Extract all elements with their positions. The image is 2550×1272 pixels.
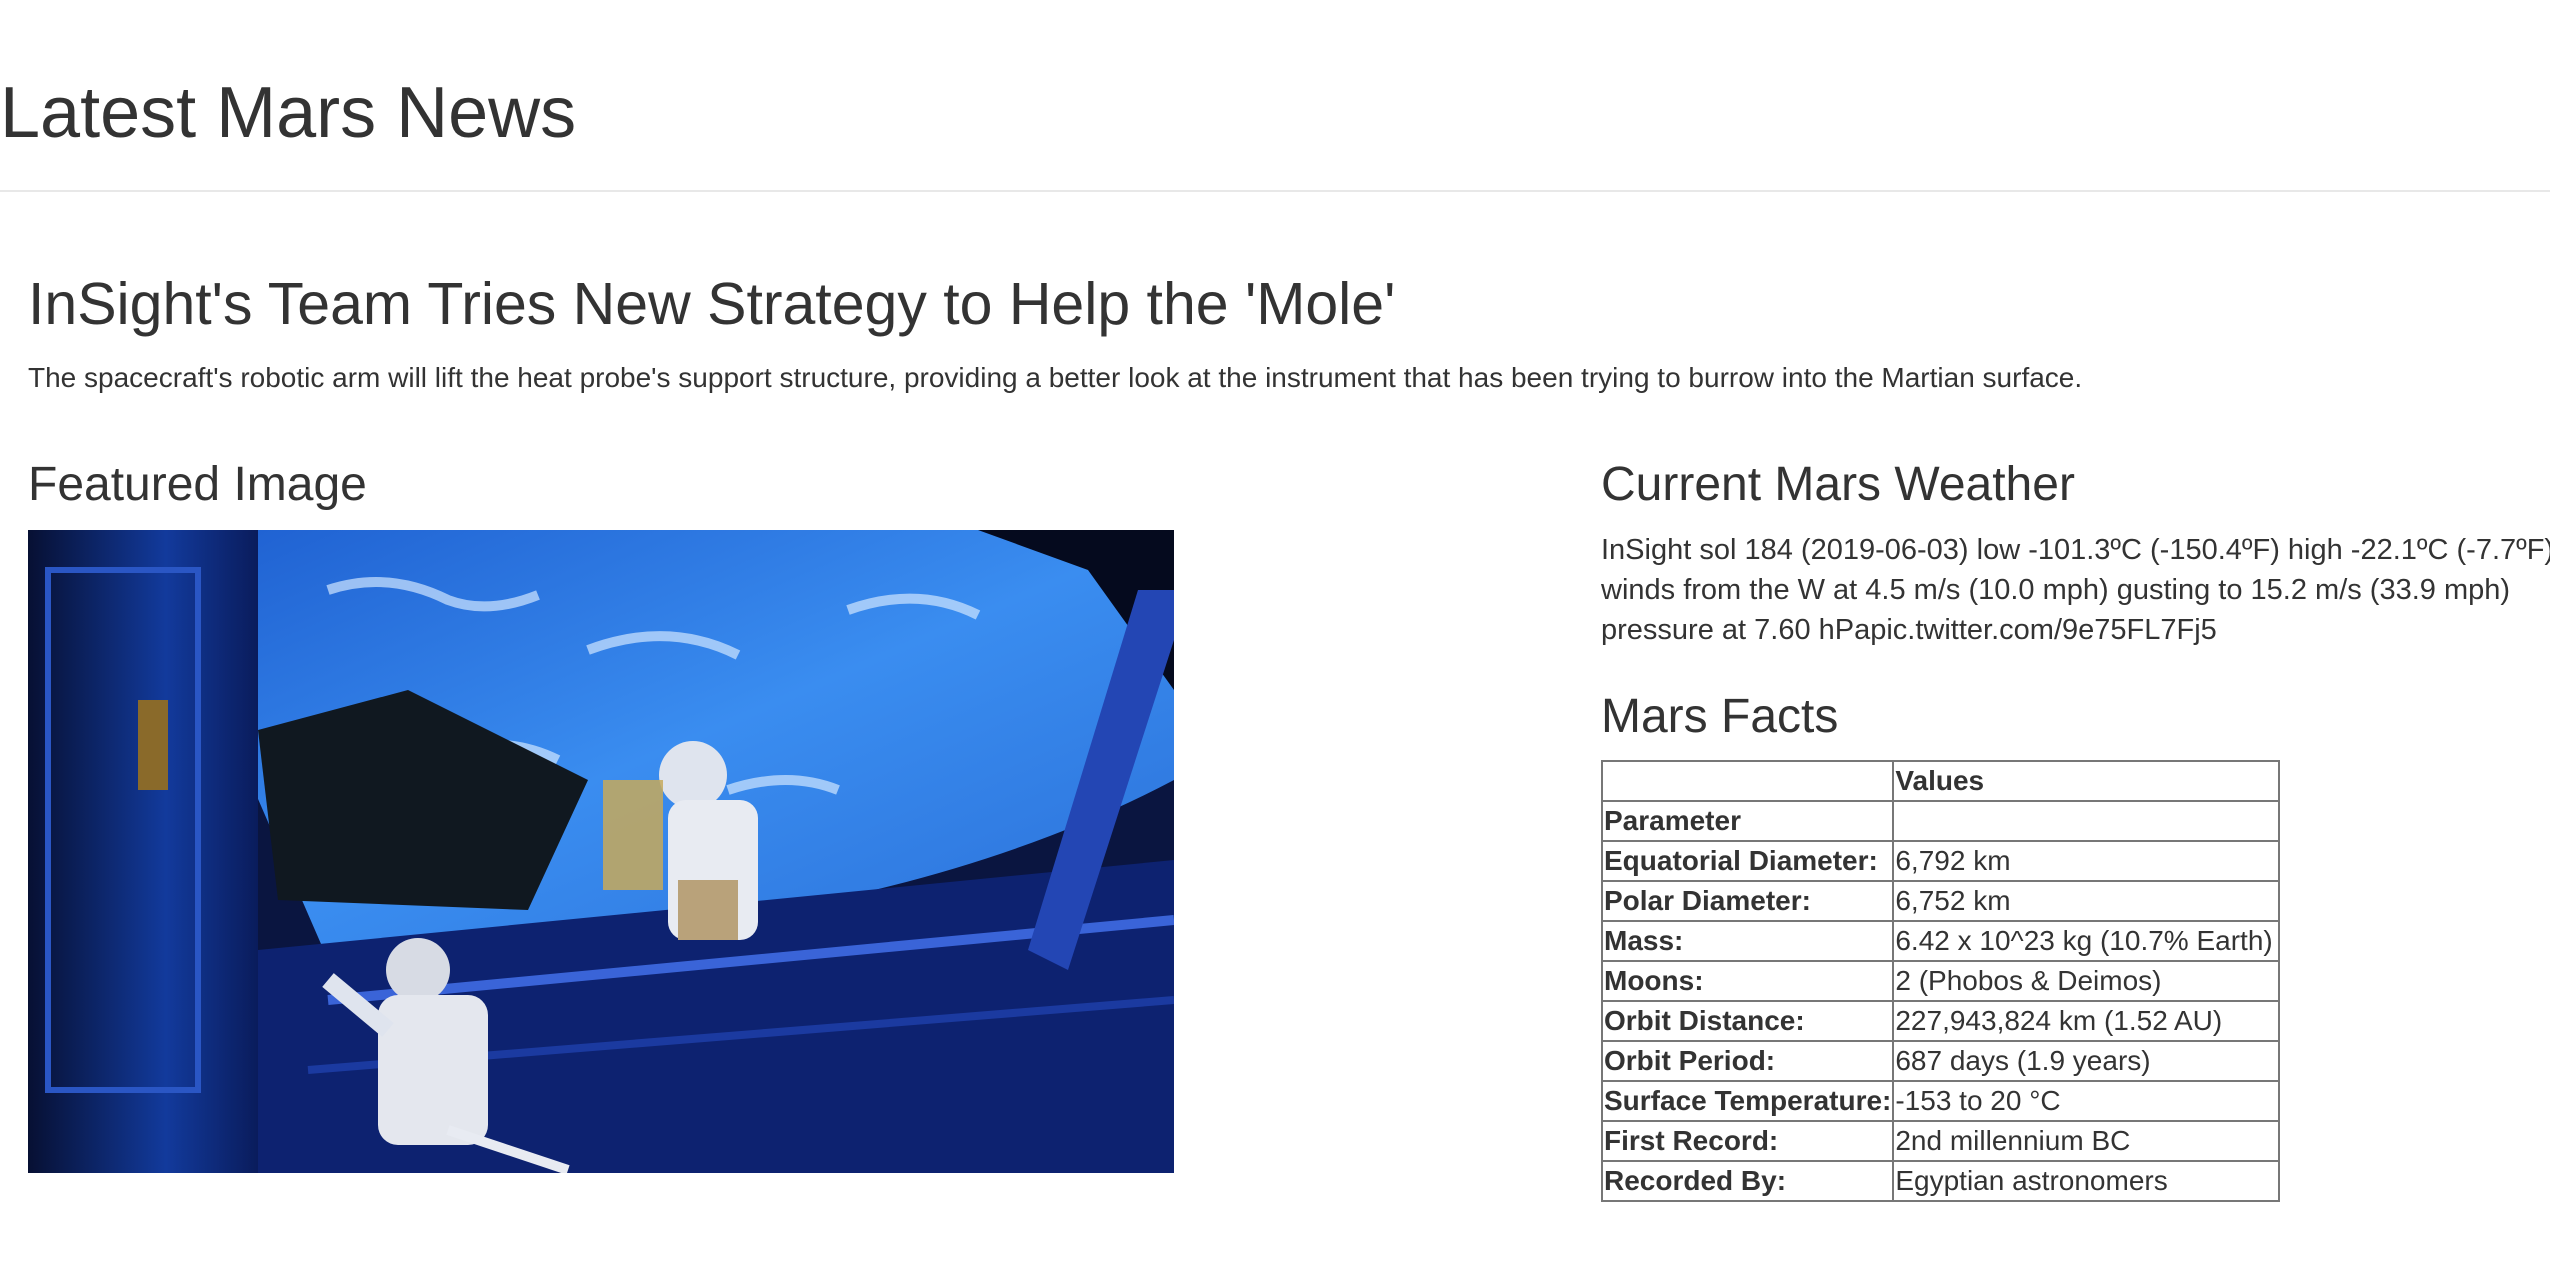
astronauts-spacewalk-image xyxy=(28,530,1174,1173)
fact-value: Egyptian astronomers xyxy=(1892,1160,2281,1202)
table-row: Recorded By: Egyptian astronomers xyxy=(1600,1160,2281,1202)
mars-facts-heading: Mars Facts xyxy=(1601,690,1839,743)
fact-parameter: Moons: xyxy=(1600,960,1895,1002)
fact-parameter: Surface Temperature: xyxy=(1600,1080,1895,1122)
news-title[interactable]: InSight's Team Tries New Strategy to Hel… xyxy=(28,268,1395,340)
table-row: Surface Temperature: -153 to 20 °C xyxy=(1600,1080,2281,1122)
table-header-empty xyxy=(1600,760,1895,802)
table-row: Mass: 6.42 x 10^23 kg (10.7% Earth) xyxy=(1600,920,2281,962)
table-header-values: Values xyxy=(1892,760,2281,802)
fact-parameter: Mass: xyxy=(1600,920,1895,962)
table-header-row: Parameter xyxy=(1600,800,2281,842)
fact-value: 6,792 km xyxy=(1892,840,2281,882)
weather-report: InSight sol 184 (2019-06-03) low -101.3º… xyxy=(1601,530,2550,650)
page-title: Latest Mars News xyxy=(0,73,577,153)
fact-value: 2 (Phobos & Deimos) xyxy=(1892,960,2281,1002)
table-row: Moons: 2 (Phobos & Deimos) xyxy=(1600,960,2281,1002)
weather-line-1: InSight sol 184 (2019-06-03) low -101.3º… xyxy=(1601,534,2550,566)
table-row: Orbit Period: 687 days (1.9 years) xyxy=(1600,1040,2281,1082)
weather-line-3: pressure at 7.60 hPapic.twitter.com/9e75… xyxy=(1601,614,2217,646)
news-teaser: The spacecraft's robotic arm will lift t… xyxy=(28,362,2083,393)
mars-facts-table: Values Parameter Equatorial Diameter: 6,7… xyxy=(1600,760,2281,1202)
table-header-parameter: Parameter xyxy=(1600,800,1895,842)
table-header-blank xyxy=(1892,800,2281,842)
fact-parameter: First Record: xyxy=(1600,1120,1895,1162)
fact-parameter: Recorded By: xyxy=(1600,1160,1895,1202)
fact-parameter: Orbit Period: xyxy=(1600,1040,1895,1082)
featured-image-heading: Featured Image xyxy=(28,458,367,511)
fact-value: 6.42 x 10^23 kg (10.7% Earth) xyxy=(1892,920,2281,962)
fact-parameter: Equatorial Diameter: xyxy=(1600,840,1895,882)
weather-line-2: winds from the W at 4.5 m/s (10.0 mph) g… xyxy=(1601,574,2511,606)
fact-parameter: Polar Diameter: xyxy=(1600,880,1895,922)
fact-value: 227,943,824 km (1.52 AU) xyxy=(1892,1000,2281,1042)
fact-value: 2nd millennium BC xyxy=(1892,1120,2281,1162)
weather-heading: Current Mars Weather xyxy=(1601,458,2075,511)
table-header-row: Values xyxy=(1600,760,2281,802)
table-row: Orbit Distance: 227,943,824 km (1.52 AU) xyxy=(1600,1000,2281,1042)
table-row: Polar Diameter: 6,752 km xyxy=(1600,880,2281,922)
fact-value: 6,752 km xyxy=(1892,880,2281,922)
fact-parameter: Orbit Distance: xyxy=(1600,1000,1895,1042)
featured-image[interactable] xyxy=(28,530,1174,1173)
fact-value: -153 to 20 °C xyxy=(1892,1080,2281,1122)
title-divider xyxy=(0,190,2550,192)
table-row: Equatorial Diameter: 6,792 km xyxy=(1600,840,2281,882)
fact-value: 687 days (1.9 years) xyxy=(1892,1040,2281,1082)
table-row: First Record: 2nd millennium BC xyxy=(1600,1120,2281,1162)
